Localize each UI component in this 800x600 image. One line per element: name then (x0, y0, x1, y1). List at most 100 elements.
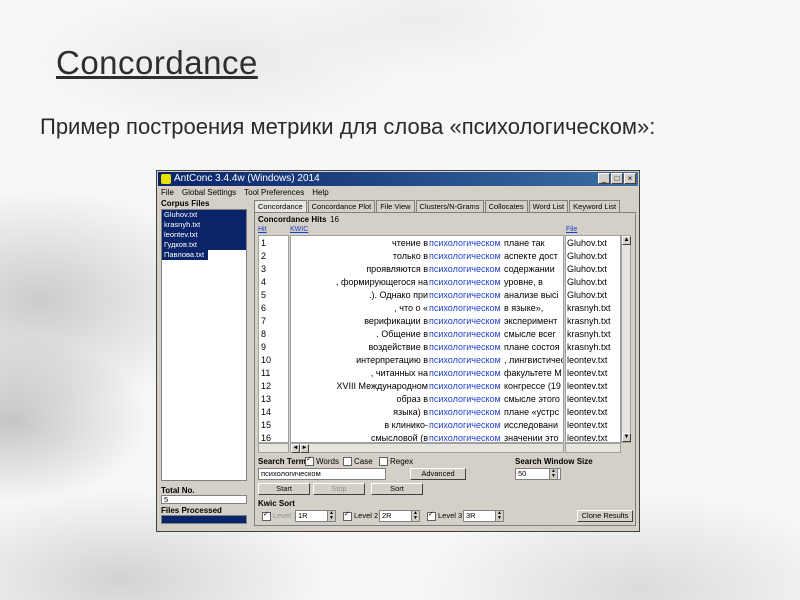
keyword[interactable]: психологическом (429, 315, 501, 328)
keyword[interactable]: психологическом (429, 289, 501, 302)
file-item[interactable]: Gluhov.txt (162, 210, 246, 220)
kwic-line[interactable]: проявляются в психологическом содержании (291, 263, 563, 276)
file-name[interactable]: krasnyh.txt (567, 328, 611, 341)
regex-checkbox[interactable] (379, 457, 388, 467)
keyword[interactable]: психологическом (429, 419, 501, 432)
keyword[interactable]: психологическом (429, 250, 501, 263)
file-column[interactable]: Gluhov.txt Gluhov.txt Gluhov.txt Gluhov.txt… (565, 235, 621, 443)
keyword[interactable]: психологическом (429, 328, 501, 341)
kwic-line[interactable]: воздействие в психологическом плане состоя (291, 341, 563, 354)
file-name[interactable]: Gluhov.txt (567, 289, 607, 302)
keyword[interactable]: психологическом (429, 406, 501, 419)
corpus-file-list[interactable]: Gluhov.txt krasnyh.txt leontev.txt Гудко… (161, 209, 247, 481)
words-checkbox[interactable] (305, 455, 314, 467)
kwic-line[interactable]: в клинико-психологическом исследовани (291, 419, 563, 432)
case-checkbox[interactable] (343, 457, 352, 467)
kwic-line[interactable]: XVIII Международном психологическом конгре… (291, 380, 563, 393)
menu-help[interactable]: Help (312, 187, 328, 198)
keyword[interactable]: психологическом (429, 276, 501, 289)
file-name[interactable]: leontev.txt (567, 380, 607, 393)
tab-concordance-plot[interactable]: Concordance Plot (307, 200, 376, 212)
keyword[interactable]: психологическом (429, 380, 501, 393)
file-name[interactable]: krasnyh.txt (567, 302, 611, 315)
scroll-left-icon[interactable]: ◄ (291, 444, 300, 453)
words-option[interactable]: Words (301, 455, 339, 467)
start-button[interactable]: Start (258, 483, 310, 495)
file-item[interactable]: krasnyh.txt (162, 220, 246, 230)
keyword[interactable]: психологическом (429, 367, 501, 380)
kwic-line[interactable]: смысловой (в психологическом значении это (291, 432, 563, 442)
kwic-line[interactable]: образ в психологическом смысле этого (291, 393, 563, 406)
column-header-hit[interactable]: Hit (258, 226, 267, 233)
file-name[interactable]: leontev.txt (567, 367, 607, 380)
kwic-line[interactable]: верификации в психологическом эксперимент (291, 315, 563, 328)
regex-option[interactable]: Regex (375, 457, 413, 467)
file-name[interactable]: krasnyh.txt (567, 341, 611, 354)
window-titlebar[interactable]: AntConc 3.4.4w (Windows) 2014 _ □ × (158, 172, 638, 186)
keyword[interactable]: психологическом (429, 263, 501, 276)
file-item[interactable]: Павлова.txt (162, 250, 208, 260)
tab-word-list[interactable]: Word List (528, 200, 569, 212)
keyword[interactable]: психологическом (429, 341, 501, 354)
sort-button[interactable]: Sort (371, 483, 423, 495)
menu-file[interactable]: File (161, 187, 174, 198)
clone-results-button[interactable]: Clone Results (577, 510, 633, 522)
scroll-up-icon[interactable]: ▲ (622, 236, 631, 245)
file-name[interactable]: leontev.txt (567, 393, 607, 406)
search-input[interactable]: психологическом (258, 468, 386, 480)
file-name[interactable]: Gluhov.txt (567, 276, 607, 289)
file-name[interactable]: leontev.txt (567, 406, 607, 419)
file-name[interactable]: Gluhov.txt (567, 237, 607, 250)
level2-checkbox[interactable] (343, 510, 352, 521)
scroll-down-icon[interactable]: ▼ (622, 433, 631, 442)
file-item[interactable]: leontev.txt (162, 230, 246, 240)
kwic-line[interactable]: . Общение в психологическом смысле всег (291, 328, 563, 341)
kwic-line[interactable]: , формирующегося на психологическом уровне… (291, 276, 563, 289)
minimize-button[interactable]: _ (598, 173, 610, 184)
keyword[interactable]: психологическом (429, 354, 501, 367)
scroll-right-icon[interactable]: ► (300, 444, 309, 453)
keyword[interactable]: психологическом (429, 393, 501, 406)
menu-global-settings[interactable]: Global Settings (182, 187, 236, 198)
column-header-file[interactable]: File (566, 226, 577, 233)
file-name[interactable]: leontev.txt (567, 419, 607, 432)
level3-checkbox[interactable] (427, 510, 436, 521)
kwic-line[interactable]: интерпретацию в психологическом, лингвист… (291, 354, 563, 367)
file-name[interactable]: Gluhov.txt (567, 250, 607, 263)
hit-hscrollbar[interactable] (258, 443, 289, 453)
keyword[interactable]: психологическом (429, 432, 501, 442)
advanced-button[interactable]: Advanced (410, 468, 466, 480)
level1-stepper[interactable]: ▲ ▼ (327, 510, 336, 522)
level2-option[interactable]: Level 2 (339, 510, 378, 521)
column-header-kwic[interactable]: KWIC (290, 226, 308, 233)
file-name[interactable]: Gluhov.txt (567, 263, 607, 276)
case-option[interactable]: Case (339, 457, 373, 467)
tab-collocates[interactable]: Collocates (484, 200, 528, 212)
file-hscrollbar[interactable] (565, 443, 621, 453)
tab-clusters[interactable]: Clusters/N-Grams (415, 200, 484, 212)
maximize-button[interactable]: □ (611, 173, 623, 184)
keyword[interactable]: психологическом (429, 302, 501, 315)
level3-stepper[interactable]: ▲ ▼ (495, 510, 504, 522)
tab-file-view[interactable]: File View (376, 200, 415, 212)
kwic-hscrollbar[interactable]: ◄ ► (290, 443, 564, 453)
close-button[interactable]: × (624, 173, 636, 184)
kwic-line[interactable]: , что о «психологическом в языке», (291, 302, 563, 315)
kwic-line[interactable]: .). Однако при психологическом анализе выс… (291, 289, 563, 302)
kwic-line[interactable]: , читанных на психологическом факультете М (291, 367, 563, 380)
file-item[interactable]: Гудков.txt (162, 240, 246, 250)
menu-tool-preferences[interactable]: Tool Preferences (244, 187, 304, 198)
kwic-line[interactable]: языка) в психологическом плане «устрс (291, 406, 563, 419)
kwic-line[interactable]: чтение в психологическом плане так (291, 237, 563, 250)
kwic-line[interactable]: только в психологическом аспекте дост (291, 250, 563, 263)
file-name[interactable]: leontev.txt (567, 432, 607, 442)
file-name[interactable]: krasnyh.txt (567, 315, 611, 328)
keyword[interactable]: психологическом (429, 237, 501, 250)
level3-option[interactable]: Level 3 (423, 510, 462, 521)
file-name[interactable]: leontev.txt (567, 354, 607, 367)
vertical-scrollbar[interactable]: ▲ ▼ (621, 235, 631, 443)
tab-keyword-list[interactable]: Keyword List (569, 200, 621, 212)
kwic-column[interactable]: чтение в психологическом плане так только в… (290, 235, 564, 443)
search-window-stepper[interactable]: ▲ ▼ (549, 468, 558, 480)
hit-column[interactable]: 1 2 3 4 5 6 7 8 9 10 11 12 13 14 15 16 (258, 235, 289, 443)
